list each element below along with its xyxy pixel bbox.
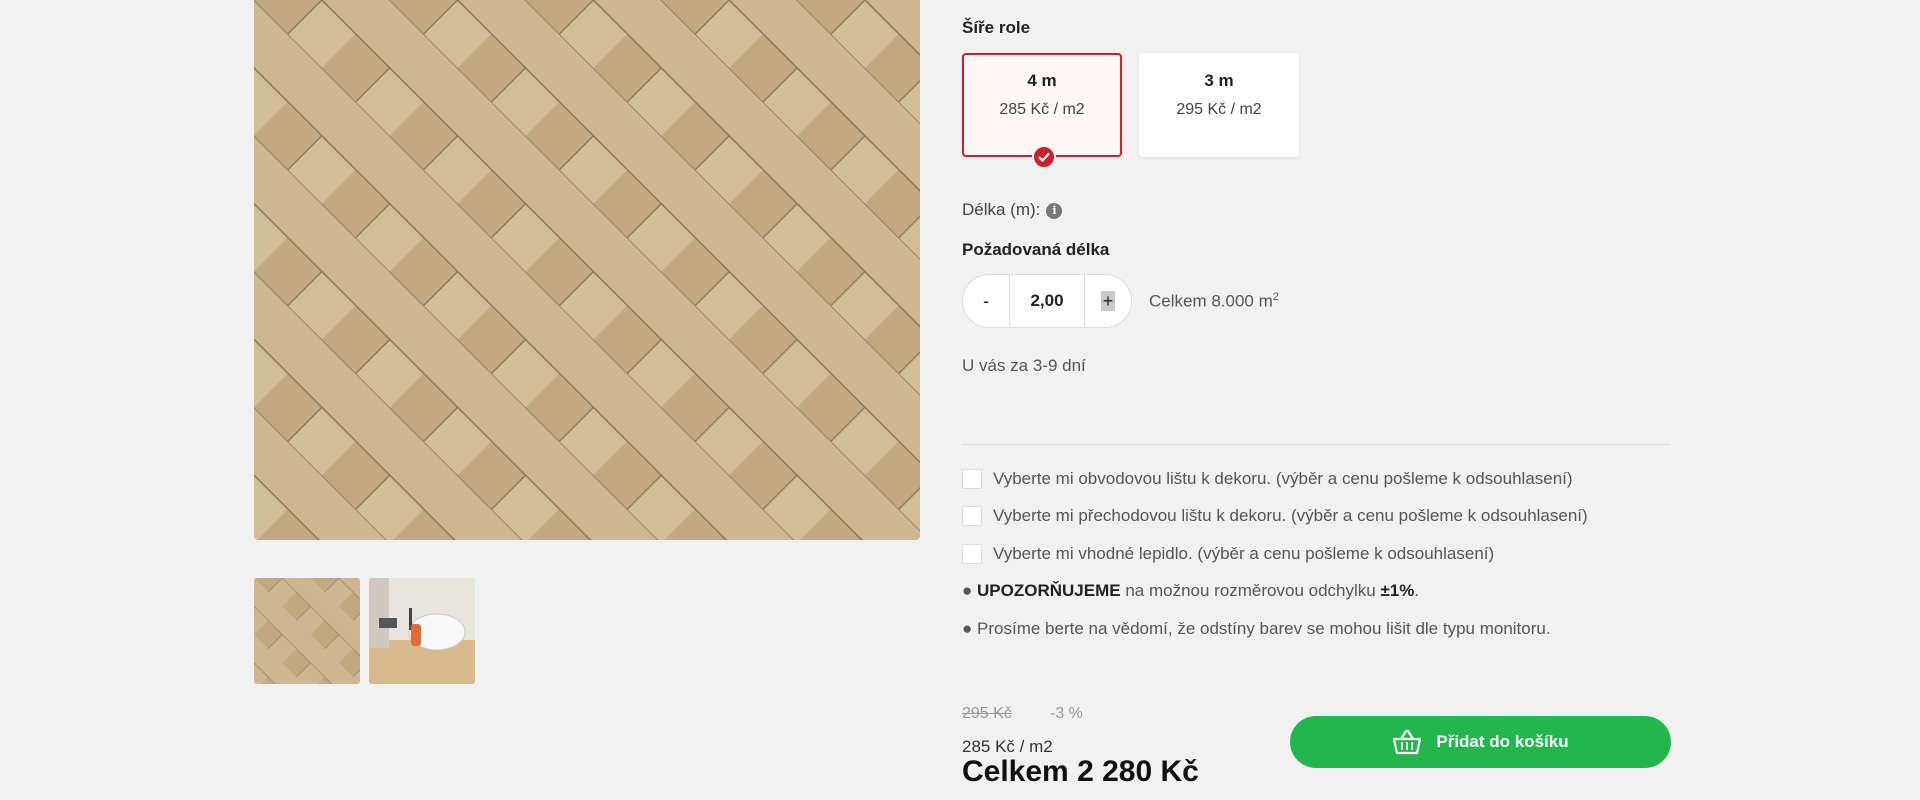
checkbox[interactable] — [962, 506, 982, 526]
old-price: 295 Kč — [962, 705, 1012, 722]
width-option-4m[interactable]: 4 m 285 Kč / m2 — [962, 53, 1122, 169]
option-transition-strip[interactable]: Vyberte mi přechodovou lištu k dekoru. (… — [962, 506, 1588, 526]
warning-end: . — [1414, 581, 1420, 600]
warning-text: na možnou rozměrovou odchylku — [1120, 581, 1381, 600]
checkbox-label: Vyberte mi obvodovou lištu k dekoru. (vý… — [993, 469, 1573, 488]
length-label: Délka (m): — [962, 200, 1041, 219]
width-option-label: 4 m — [1027, 71, 1057, 90]
option-perimeter-strip[interactable]: Vyberte mi obvodovou lištu k dekoru. (vý… — [962, 469, 1573, 489]
checkbox-label: Vyberte mi přechodovou lištu k dekoru. (… — [993, 506, 1588, 525]
increase-label: + — [1100, 291, 1116, 311]
color-note: ● Prosíme berte na vědomí, že odstíny ba… — [962, 619, 1551, 639]
grand-total: Celkem 2 280 Kč — [962, 755, 1199, 788]
total-area-text: Celkem 8.000 m — [1149, 291, 1273, 311]
width-option-label: 3 m — [1204, 71, 1234, 90]
color-note-text: Prosíme berte na vědomí, že odstíny bare… — [977, 619, 1551, 638]
unit-price: 285 Kč / m2 — [962, 737, 1053, 756]
total-area-sup: 2 — [1272, 291, 1279, 303]
decrease-button[interactable]: - — [963, 275, 1010, 327]
width-option-3m[interactable]: 3 m 295 Kč / m2 — [1139, 53, 1299, 157]
bullet: ● — [962, 619, 973, 638]
warning-strong: UPOZORŇUJEME — [977, 581, 1121, 600]
option-glue[interactable]: Vyberte mi vhodné lepidlo. (výběr a cenu… — [962, 544, 1494, 564]
length-input[interactable]: 2,00 — [1010, 275, 1084, 327]
roll-width-title: Šíře role — [962, 18, 1031, 37]
selected-check-icon — [1032, 145, 1056, 169]
checkbox[interactable] — [962, 544, 982, 564]
bullet: ● — [962, 581, 973, 600]
add-to-cart-label: Přidat do košíku — [1436, 732, 1569, 751]
increase-button[interactable]: + — [1084, 275, 1131, 327]
discount-badge: -3 % — [1050, 705, 1083, 722]
checkbox-label: Vyberte mi vhodné lepidlo. (výběr a cenu… — [993, 544, 1495, 563]
thumbnail-bathroom[interactable] — [369, 578, 475, 684]
total-area: Celkem 8.000 m2 — [1149, 291, 1279, 312]
length-stepper: - 2,00 + — [962, 274, 1132, 328]
tolerance-value: ±1% — [1380, 581, 1415, 600]
tolerance-note: ● UPOZORŇUJEME na možnou rozměrovou odch… — [962, 581, 1419, 601]
length-label-row: Délka (m): i — [962, 200, 1063, 220]
checkbox[interactable] — [962, 469, 982, 489]
width-option-price: 285 Kč / m2 — [999, 101, 1085, 118]
product-main-image[interactable] — [254, 0, 920, 540]
add-to-cart-button[interactable]: Přidat do košíku — [1290, 716, 1671, 768]
required-length-title: Požadovaná délka — [962, 240, 1110, 259]
basket-icon — [1392, 729, 1422, 755]
delivery-time: U vás za 3-9 dní — [962, 356, 1086, 375]
thumbnail-herringbone[interactable] — [254, 578, 360, 684]
divider — [962, 444, 1670, 445]
width-option-price: 295 Kč / m2 — [1176, 101, 1262, 118]
info-icon[interactable]: i — [1046, 202, 1063, 219]
